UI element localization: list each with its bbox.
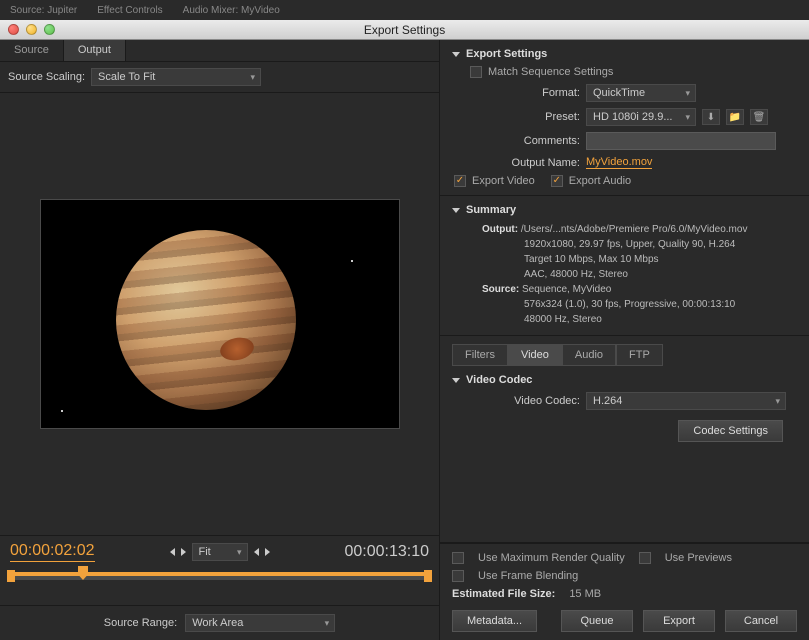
preset-dropdown[interactable]: HD 1080i 29.9...	[586, 108, 696, 126]
queue-button[interactable]: Queue	[561, 610, 633, 632]
preview-panel: Source Output Source Scaling: Scale To F…	[0, 40, 440, 640]
video-codec-label: Video Codec:	[470, 395, 580, 407]
window-title: Export Settings	[364, 23, 445, 37]
preset-label: Preset:	[470, 111, 580, 123]
out-point[interactable]	[424, 570, 432, 582]
video-codec-dropdown[interactable]: H.264	[586, 392, 786, 410]
next-icon[interactable]	[265, 548, 270, 556]
est-size-value: 15 MB	[569, 588, 601, 600]
timeline: 00:00:02:02 Fit 00:00:13:10	[0, 535, 439, 605]
format-label: Format:	[470, 87, 580, 99]
save-preset-icon[interactable]: ⬇	[702, 109, 720, 125]
traffic-lights	[8, 24, 55, 35]
close-icon[interactable]	[8, 24, 19, 35]
playhead[interactable]	[78, 566, 88, 580]
est-size-label: Estimated File Size:	[452, 588, 555, 600]
use-previews-label: Use Previews	[665, 552, 732, 564]
subtab-audio[interactable]: Audio	[562, 344, 616, 366]
settings-panel: Export Settings Match Sequence Settings …	[440, 40, 809, 640]
export-audio-checkbox[interactable]	[551, 175, 563, 187]
source-indicator: Source: Jupiter	[10, 5, 77, 16]
subtab-video[interactable]: Video	[508, 344, 562, 366]
disclosure-icon[interactable]	[452, 378, 460, 383]
video-codec-section: Video Codec Video Codec: H.264 Codec Set…	[440, 366, 809, 543]
duration-timecode: 00:00:13:10	[344, 543, 429, 561]
step-back-icon[interactable]	[170, 548, 175, 556]
export-button[interactable]: Export	[643, 610, 715, 632]
export-video-checkbox[interactable]	[454, 175, 466, 187]
frame-blending-checkbox[interactable]	[452, 570, 464, 582]
comments-label: Comments:	[470, 135, 580, 147]
prev-icon[interactable]	[254, 548, 259, 556]
export-settings-window: Export Settings Source Output Source Sca…	[0, 20, 809, 640]
source-range-row: Source Range: Work Area	[0, 605, 439, 640]
max-quality-label: Use Maximum Render Quality	[478, 552, 625, 564]
export-audio-label: Export Audio	[569, 175, 631, 187]
source-scaling-label: Source Scaling:	[8, 71, 85, 83]
source-scaling-row: Source Scaling: Scale To Fit	[0, 62, 439, 93]
output-name-link[interactable]: MyVideo.mov	[586, 156, 652, 169]
audio-mixer-indicator: Audio Mixer: MyVideo	[183, 5, 280, 16]
codec-settings-button[interactable]: Codec Settings	[678, 420, 783, 442]
output-name-label: Output Name:	[470, 157, 580, 169]
match-sequence-label: Match Sequence Settings	[488, 66, 613, 78]
summary-section: Summary Output: /Users/...nts/Adobe/Prem…	[440, 196, 809, 336]
disclosure-icon[interactable]	[452, 208, 460, 213]
bottom-bar: Use Maximum Render Quality Use Previews …	[440, 543, 809, 640]
codec-subtabs: Filters Video Audio FTP	[440, 336, 809, 366]
source-range-dropdown[interactable]: Work Area	[185, 614, 335, 632]
subtab-ftp[interactable]: FTP	[616, 344, 663, 366]
import-preset-icon[interactable]: 📁	[726, 109, 744, 125]
preview-tabs: Source Output	[0, 40, 439, 62]
metadata-button[interactable]: Metadata...	[452, 610, 537, 632]
comments-input[interactable]	[586, 132, 776, 150]
app-toolbar: Source: Jupiter Effect Controls Audio Mi…	[0, 0, 809, 20]
zoom-icon[interactable]	[44, 24, 55, 35]
source-range-label: Source Range:	[104, 617, 177, 629]
match-sequence-checkbox[interactable]	[470, 66, 482, 78]
use-previews-checkbox[interactable]	[639, 552, 651, 564]
delete-preset-icon[interactable]: 🗑	[750, 109, 768, 125]
frame-blending-label: Use Frame Blending	[478, 570, 578, 582]
timeline-track[interactable]	[10, 572, 429, 580]
tab-output[interactable]: Output	[64, 40, 126, 61]
cancel-button[interactable]: Cancel	[725, 610, 797, 632]
step-fwd-icon[interactable]	[181, 548, 186, 556]
minimize-icon[interactable]	[26, 24, 37, 35]
source-scaling-dropdown[interactable]: Scale To Fit	[91, 68, 261, 86]
effect-controls-indicator: Effect Controls	[97, 5, 162, 16]
jupiter-image	[116, 230, 296, 410]
tab-source[interactable]: Source	[0, 40, 64, 61]
preview-viewport[interactable]	[40, 199, 400, 429]
in-point[interactable]	[7, 570, 15, 582]
format-dropdown[interactable]: QuickTime	[586, 84, 696, 102]
window-titlebar: Export Settings	[0, 20, 809, 40]
export-video-label: Export Video	[472, 175, 535, 187]
export-settings-section: Export Settings Match Sequence Settings …	[440, 40, 809, 196]
disclosure-icon[interactable]	[452, 52, 460, 57]
zoom-fit-dropdown[interactable]: Fit	[192, 543, 248, 561]
max-quality-checkbox[interactable]	[452, 552, 464, 564]
preview-area	[0, 93, 439, 535]
subtab-filters[interactable]: Filters	[452, 344, 508, 366]
current-timecode[interactable]: 00:00:02:02	[10, 542, 95, 562]
